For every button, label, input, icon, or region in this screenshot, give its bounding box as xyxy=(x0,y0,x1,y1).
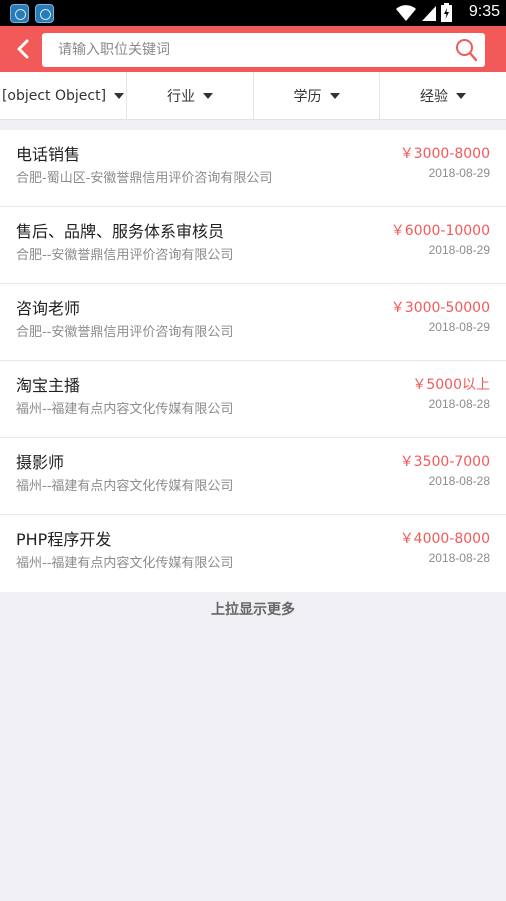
filter-education[interactable]: 学历 xyxy=(254,72,380,120)
caret-down-icon xyxy=(114,93,125,99)
job-company: 合肥--安徽誉鼎信用评价咨询有限公司 xyxy=(16,325,234,340)
job-date: 2018-08-29 xyxy=(428,243,490,257)
job-item[interactable]: 售后、品牌、服务体系审核员 合肥--安徽誉鼎信用评价咨询有限公司 ￥6000-1… xyxy=(0,207,506,284)
job-list: 电话销售 合肥-蜀山区-安徽誉鼎信用评价咨询有限公司 ￥3000-8000 20… xyxy=(0,130,506,592)
job-item[interactable]: 摄影师 福州--福建有点内容文化传媒有限公司 ￥3500-7000 2018-0… xyxy=(0,438,506,515)
filter-industry[interactable]: 行业 xyxy=(127,72,254,120)
job-company: 福州--福建有点内容文化传媒有限公司 xyxy=(16,479,234,494)
job-salary: ￥5000以上 xyxy=(412,377,490,393)
status-bar: 9:35 xyxy=(0,0,506,26)
back-button[interactable] xyxy=(8,33,38,65)
filter-bar: [object Object] 行业 学历 经验 xyxy=(0,72,506,120)
job-title: 咨询老师 xyxy=(16,299,81,318)
job-title: 摄影师 xyxy=(16,453,65,472)
wifi-icon xyxy=(396,4,416,21)
job-title: 售后、品牌、服务体系审核员 xyxy=(16,222,225,241)
filter-label: 行业 xyxy=(167,89,195,105)
signal-icon xyxy=(422,5,436,21)
job-salary: ￥6000-10000 xyxy=(390,223,490,239)
job-date: 2018-08-28 xyxy=(428,397,490,411)
job-company: 福州--福建有点内容文化传媒有限公司 xyxy=(16,402,234,417)
job-date: 2018-08-29 xyxy=(428,320,490,334)
job-salary: ￥4000-8000 xyxy=(399,531,490,547)
job-title: PHP程序开发 xyxy=(16,530,112,549)
app-notification-icon xyxy=(35,4,54,23)
job-item[interactable]: 淘宝主播 福州--福建有点内容文化传媒有限公司 ￥5000以上 2018-08-… xyxy=(0,361,506,438)
job-item[interactable]: 咨询老师 合肥--安徽誉鼎信用评价咨询有限公司 ￥3000-50000 2018… xyxy=(0,284,506,361)
search-icon[interactable] xyxy=(455,38,477,62)
filter-label: [object Object] xyxy=(1,88,107,104)
header-bar xyxy=(0,26,506,72)
job-item[interactable]: PHP程序开发 福州--福建有点内容文化传媒有限公司 ￥4000-8000 20… xyxy=(0,515,506,592)
chevron-left-icon xyxy=(17,39,29,59)
app-notification-icon xyxy=(10,4,29,23)
caret-down-icon xyxy=(329,93,340,99)
filter-label: 学历 xyxy=(293,89,322,105)
job-date: 2018-08-28 xyxy=(428,551,490,565)
filter-experience[interactable]: 经验 xyxy=(380,72,506,120)
job-salary: ￥3500-7000 xyxy=(399,454,490,470)
load-more-hint[interactable]: 上拉显示更多 xyxy=(0,592,506,628)
job-item[interactable]: 电话销售 合肥-蜀山区-安徽誉鼎信用评价咨询有限公司 ￥3000-8000 20… xyxy=(0,130,506,207)
caret-down-icon xyxy=(203,93,213,99)
job-salary: ￥3000-50000 xyxy=(390,300,490,316)
status-time: 9:35 xyxy=(468,3,500,20)
job-company: 福州--福建有点内容文化传媒有限公司 xyxy=(16,556,234,571)
job-title: 电话销售 xyxy=(16,145,81,164)
job-company: 合肥--安徽誉鼎信用评价咨询有限公司 xyxy=(16,248,234,263)
caret-down-icon xyxy=(456,93,466,99)
filter-label: 经验 xyxy=(420,89,448,105)
job-date: 2018-08-29 xyxy=(428,166,490,180)
battery-icon xyxy=(441,3,452,22)
search-box xyxy=(42,33,485,67)
search-input[interactable] xyxy=(42,33,442,67)
job-date: 2018-08-28 xyxy=(428,474,490,488)
job-company: 合肥-蜀山区-安徽誉鼎信用评价咨询有限公司 xyxy=(16,171,273,186)
job-salary: ￥3000-8000 xyxy=(399,146,490,162)
job-title: 淘宝主播 xyxy=(16,376,81,395)
filter-location[interactable]: [object Object] xyxy=(0,72,127,120)
